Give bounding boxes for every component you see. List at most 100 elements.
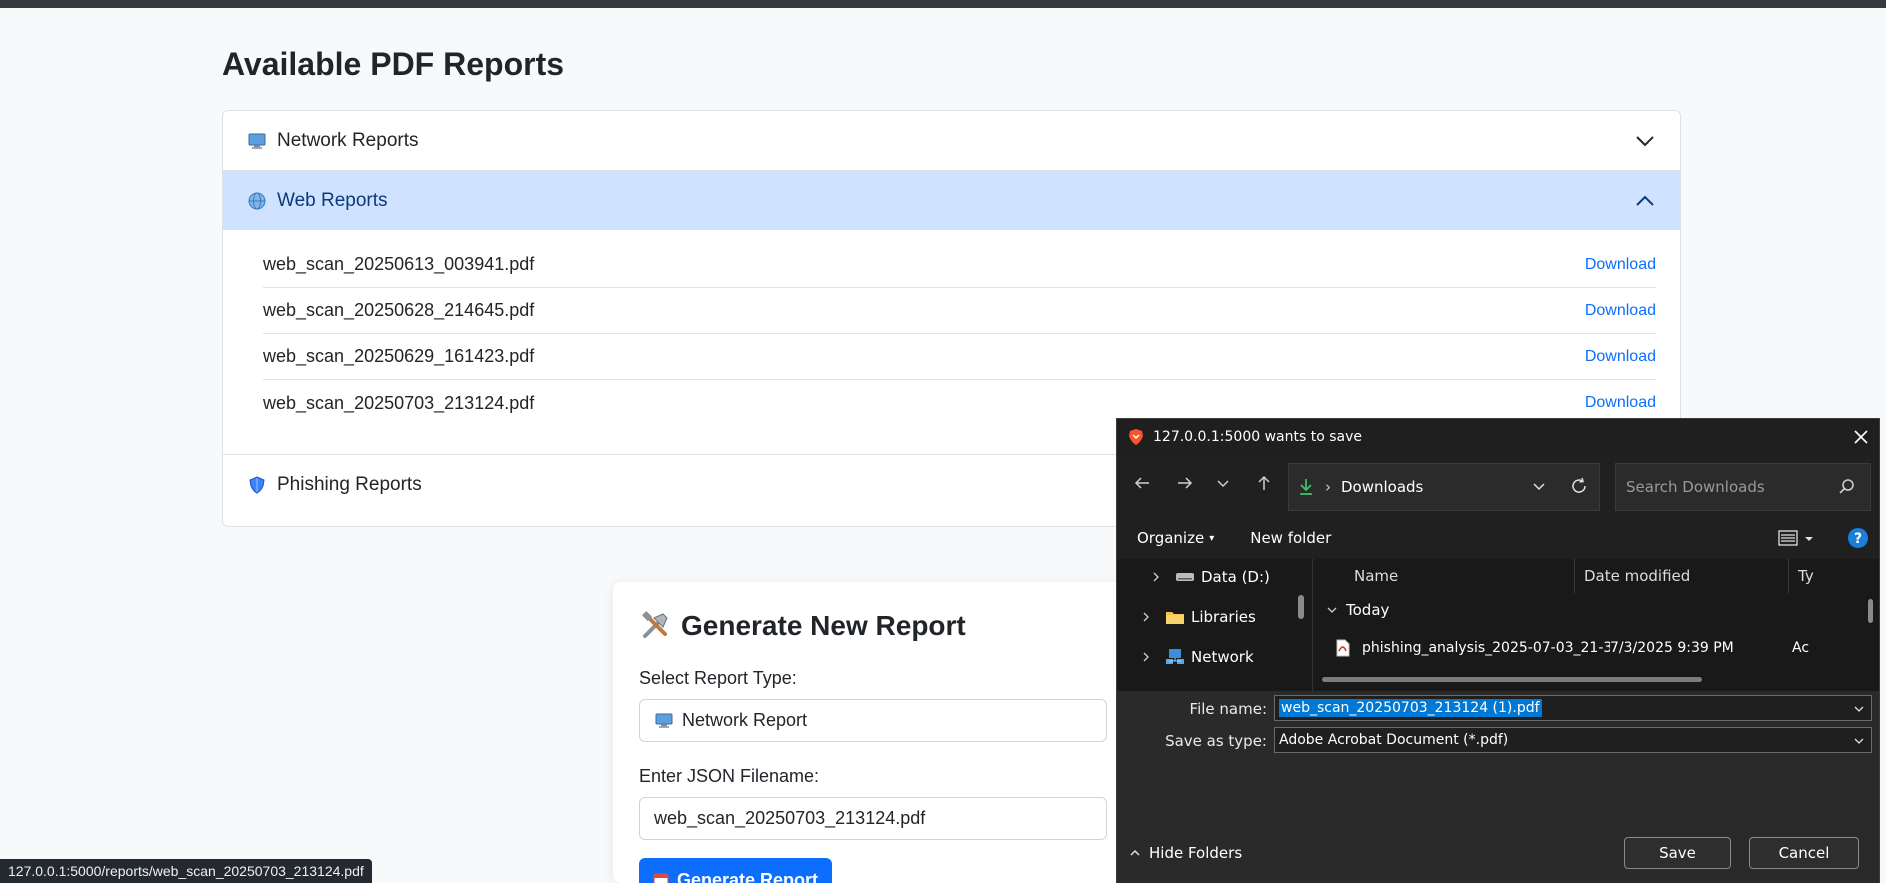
tools-icon — [639, 610, 671, 642]
report-filename: web_scan_20250628_214645.pdf — [263, 300, 535, 320]
dropdown-arrow-icon: ▾ — [1209, 532, 1215, 544]
clock-icon — [653, 872, 669, 883]
tree-item-label: Libraries — [1191, 608, 1256, 626]
help-icon[interactable]: ? — [1847, 527, 1869, 549]
accordion-label-web: Web Reports — [277, 189, 388, 211]
accordion-label-network: Network Reports — [277, 129, 419, 151]
cancel-button[interactable]: Cancel — [1749, 837, 1859, 869]
globe-icon — [247, 191, 267, 211]
download-link[interactable]: Download — [1585, 348, 1656, 366]
new-folder-label: New folder — [1250, 529, 1332, 547]
tree-scrollbar[interactable] — [1298, 595, 1304, 619]
column-divider — [1788, 559, 1789, 593]
organize-menu[interactable]: Organize ▾ — [1137, 529, 1214, 547]
tree-item-network[interactable]: Network — [1141, 641, 1254, 673]
dropdown-arrow-icon[interactable] — [1803, 531, 1815, 543]
vertical-scrollbar[interactable] — [1868, 599, 1873, 623]
tree-item-data-drive[interactable]: Data (D:) — [1151, 561, 1270, 593]
recent-locations-chevron-icon[interactable] — [1215, 470, 1231, 496]
search-input[interactable]: Search Downloads — [1615, 463, 1871, 511]
network-icon — [1165, 648, 1185, 666]
forward-arrow-icon[interactable] — [1172, 470, 1198, 496]
folder-tree: Data (D:) Libraries Network — [1117, 559, 1313, 691]
save-type-select[interactable]: Adobe Acrobat Document (*.pdf) — [1274, 727, 1872, 753]
tree-item-libraries[interactable]: Libraries — [1141, 601, 1256, 633]
save-button[interactable]: Save — [1624, 837, 1731, 869]
column-divider — [1574, 559, 1575, 593]
back-arrow-icon[interactable] — [1129, 470, 1155, 496]
dialog-titlebar: 127.0.0.1:5000 wants to save — [1117, 419, 1879, 455]
horizontal-scrollbar[interactable] — [1322, 677, 1702, 682]
json-filename-value: web_scan_20250703_213124.pdf — [654, 808, 926, 828]
json-filename-input[interactable]: web_scan_20250703_213124.pdf — [639, 797, 1107, 840]
download-link[interactable]: Download — [1585, 302, 1656, 320]
generate-title: Generate New Report — [639, 610, 1107, 642]
chevron-right-icon — [1141, 611, 1155, 623]
chevron-down-icon[interactable] — [1531, 478, 1547, 494]
chevron-up-icon — [1129, 848, 1141, 858]
accordion-header-web[interactable]: Web Reports — [223, 171, 1680, 230]
file-name: phishing_analysis_2025-07-03_21-38-26.p.… — [1362, 640, 1610, 656]
page-title: Available PDF Reports — [222, 46, 565, 82]
chevron-down-icon[interactable] — [1853, 703, 1865, 715]
report-filename: web_scan_20250629_161423.pdf — [263, 346, 535, 366]
report-type-value: Network Report — [682, 710, 808, 730]
chevron-down-icon[interactable] — [1853, 735, 1865, 747]
list-item: web_scan_20250629_161423.pdf Download — [263, 334, 1656, 380]
accordion-header-network[interactable]: Network Reports — [223, 111, 1680, 170]
download-link[interactable]: Download — [1585, 394, 1656, 412]
svg-text:?: ? — [1854, 531, 1862, 547]
group-header-today[interactable]: Today — [1326, 601, 1389, 619]
generate-report-button[interactable]: Generate Report — [639, 858, 833, 883]
file-name-input[interactable]: web_scan_20250703_213124 (1).pdf — [1274, 695, 1872, 721]
save-dialog: 127.0.0.1:5000 wants to save › Downloads — [1116, 418, 1880, 883]
pdf-file-icon — [1336, 639, 1352, 657]
breadcrumb-separator-icon: › — [1325, 478, 1331, 496]
list-item: web_scan_20250613_003941.pdf Download — [263, 242, 1656, 288]
address-location: Downloads — [1341, 478, 1424, 496]
folder-icon — [1165, 609, 1185, 625]
file-list: Name Date modified Ty Today phishing_ana… — [1316, 559, 1879, 691]
refresh-icon[interactable] — [1569, 476, 1589, 496]
brave-lion-icon — [1127, 428, 1145, 446]
accordion-item-network: Network Reports — [223, 111, 1680, 171]
browser-top-bar — [0, 0, 1886, 8]
report-filename: web_scan_20250703_213124.pdf — [263, 392, 535, 413]
generate-report-card: Generate New Report Select Report Type: … — [613, 582, 1133, 883]
close-icon[interactable] — [1851, 427, 1871, 447]
column-header-type[interactable]: Ty — [1798, 559, 1814, 593]
drive-icon — [1175, 570, 1195, 584]
computer-icon — [654, 712, 674, 730]
tree-item-label: Data (D:) — [1201, 568, 1270, 586]
file-date: 7/3/2025 9:39 PM — [1610, 640, 1734, 656]
up-arrow-icon[interactable] — [1251, 470, 1277, 496]
report-filename: web_scan_20250613_003941.pdf — [263, 254, 535, 274]
chevron-down-icon — [1634, 130, 1656, 152]
search-icon — [1838, 478, 1856, 496]
chevron-right-icon — [1141, 651, 1155, 663]
file-type: Ac — [1792, 640, 1810, 656]
group-label: Today — [1346, 601, 1390, 619]
address-bar[interactable]: › Downloads — [1288, 463, 1600, 511]
computer-icon — [247, 131, 267, 151]
file-row[interactable]: phishing_analysis_2025-07-03_21-38-26.p.… — [1336, 633, 1879, 663]
chevron-right-icon — [1151, 571, 1165, 583]
new-folder-button[interactable]: New folder — [1250, 529, 1331, 547]
view-details-icon[interactable] — [1777, 529, 1799, 547]
dialog-footer: File name: web_scan_20250703_213124 (1).… — [1117, 691, 1879, 883]
column-header-name[interactable]: Name — [1354, 559, 1398, 593]
chevron-down-icon — [1326, 605, 1338, 615]
chevron-up-icon — [1634, 190, 1656, 212]
accordion-label-phishing: Phishing Reports — [277, 473, 422, 495]
dialog-title: 127.0.0.1:5000 wants to save — [1153, 429, 1363, 445]
generate-report-label: Generate Report — [677, 869, 819, 883]
tree-item-label: Network — [1191, 648, 1254, 666]
download-icon — [1297, 477, 1315, 497]
generate-title-text: Generate New Report — [681, 610, 966, 641]
json-filename-label: Enter JSON Filename: — [639, 766, 820, 786]
report-type-select[interactable]: Network Report — [639, 699, 1107, 742]
file-name-value: web_scan_20250703_213124 (1).pdf — [1279, 699, 1542, 717]
download-link[interactable]: Download — [1585, 256, 1656, 274]
column-header-date[interactable]: Date modified — [1584, 559, 1690, 593]
hide-folders-button[interactable]: Hide Folders — [1129, 844, 1242, 862]
